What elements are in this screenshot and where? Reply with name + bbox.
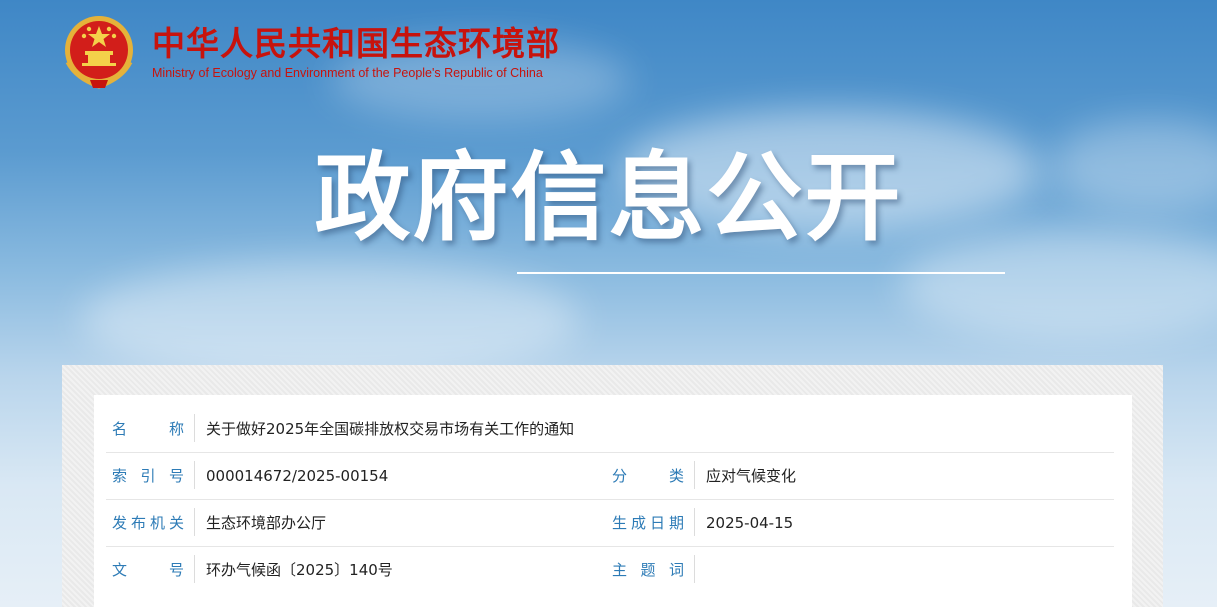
divider (194, 555, 195, 583)
ministry-name-en: Ministry of Ecology and Environment of t… (152, 66, 543, 80)
cloud-decoration (80, 260, 580, 380)
name-value: 关于做好2025年全国碳排放权交易市场有关工作的通知 (206, 420, 575, 438)
divider (694, 461, 695, 489)
divider (694, 555, 695, 583)
table-row: 索 引 号 000014672/2025-00154 分 类 应对气候变化 (106, 452, 1114, 500)
keywords-label: 主 题 词 (612, 561, 684, 579)
divider (194, 414, 195, 442)
title-divider (517, 272, 1005, 274)
table-row: 文 号 环办气候函〔2025〕140号 主 题 词 (106, 546, 1114, 593)
doc-number-value: 环办气候函〔2025〕140号 (206, 561, 393, 579)
site-header-brand[interactable]: 中华人民共和国生态环境部 Ministry of Ecology and Env… (62, 14, 560, 90)
national-emblem-icon (65, 16, 133, 89)
info-panel: 名 称 关于做好2025年全国碳排放权交易市场有关工作的通知 索 引 号 000… (62, 365, 1163, 607)
divider (194, 461, 195, 489)
document-metadata-table: 名 称 关于做好2025年全国碳排放权交易市场有关工作的通知 索 引 号 000… (94, 395, 1132, 607)
date-value: 2025-04-15 (706, 513, 794, 532)
divider (194, 508, 195, 536)
index-value: 000014672/2025-00154 (206, 466, 389, 485)
table-row: 发 布 机 关 生态环境部办公厅 生 成 日 期 2025-04-15 (106, 499, 1114, 547)
page-title: 政府信息公开 (314, 142, 903, 254)
name-label: 名 称 (112, 420, 184, 438)
issuer-value: 生态环境部办公厅 (206, 514, 327, 532)
category-value: 应对气候变化 (706, 467, 797, 485)
divider (694, 508, 695, 536)
category-label: 分 类 (612, 467, 684, 485)
ministry-name-cn: 中华人民共和国生态环境部 (152, 24, 560, 63)
table-row: 名 称 关于做好2025年全国碳排放权交易市场有关工作的通知 (106, 405, 1114, 453)
issuer-label: 发 布 机 关 (112, 514, 184, 532)
index-label: 索 引 号 (112, 467, 184, 485)
date-label: 生 成 日 期 (612, 514, 684, 532)
doc-number-label: 文 号 (112, 561, 184, 579)
